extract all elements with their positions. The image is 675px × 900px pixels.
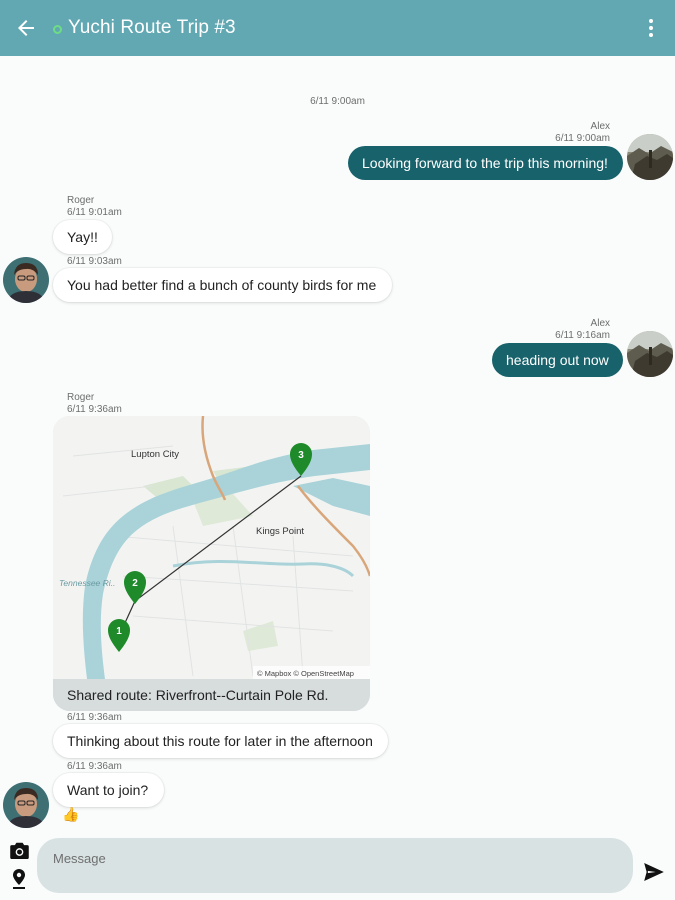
message-timestamp: 6/11 9:00am: [555, 133, 610, 144]
sender-name: Roger: [67, 392, 95, 403]
location-pin-icon[interactable]: [12, 869, 26, 889]
map-label-city: Lupton City: [131, 449, 179, 460]
incoming-message[interactable]: You had better find a bunch of county bi…: [53, 268, 392, 302]
outgoing-message[interactable]: Looking forward to the trip this morning…: [348, 146, 623, 180]
avatar[interactable]: [627, 331, 673, 377]
svg-text:1: 1: [116, 626, 122, 637]
message-timestamp: 6/11 9:36am: [67, 404, 122, 415]
sender-name: Alex: [590, 121, 610, 132]
incoming-message[interactable]: Yay!!: [53, 220, 112, 254]
conversation-title: Yuchi Route Trip #3: [68, 17, 236, 38]
message-timestamp: 6/11 9:03am: [67, 256, 122, 267]
app-bar: Yuchi Route Trip #3: [0, 0, 675, 56]
sender-name: Roger: [67, 195, 95, 206]
svg-text:3: 3: [298, 450, 304, 461]
avatar[interactable]: [3, 257, 49, 303]
online-status-icon: [53, 25, 62, 34]
reaction-thumbs-up[interactable]: 👍: [62, 806, 79, 822]
outgoing-message[interactable]: heading out now: [492, 343, 623, 377]
shared-route-card[interactable]: Lupton City Kings Point Tennessee Ri.. 1…: [53, 416, 370, 711]
route-caption: Shared route: Riverfront--Curtain Pole R…: [53, 679, 370, 711]
incoming-message[interactable]: Thinking about this route for later in t…: [53, 724, 388, 758]
message-placeholder: Message: [53, 851, 106, 866]
date-divider: 6/11 9:00am: [310, 96, 365, 107]
sender-name: Alex: [590, 318, 610, 329]
send-icon[interactable]: [644, 863, 664, 881]
message-timestamp: 6/11 9:36am: [67, 712, 122, 723]
message-timestamp: 6/11 9:36am: [67, 761, 122, 772]
map-attribution: © Mapbox © OpenStreetMap: [257, 669, 354, 678]
arrow-back-icon[interactable]: [14, 16, 38, 40]
camera-icon[interactable]: [10, 842, 29, 859]
avatar[interactable]: [3, 782, 49, 828]
map-label-river: Tennessee Ri..: [59, 578, 115, 588]
message-timestamp: 6/11 9:16am: [555, 330, 610, 341]
message-input[interactable]: Message: [37, 838, 633, 893]
message-timestamp: 6/11 9:01am: [67, 207, 122, 218]
more-vert-icon[interactable]: [639, 16, 663, 40]
avatar[interactable]: [627, 134, 673, 180]
incoming-message[interactable]: Want to join?: [53, 773, 164, 807]
route-map[interactable]: Lupton City Kings Point Tennessee Ri.. 1…: [53, 416, 370, 679]
svg-text:2: 2: [132, 578, 138, 589]
map-label-city: Kings Point: [256, 526, 304, 537]
